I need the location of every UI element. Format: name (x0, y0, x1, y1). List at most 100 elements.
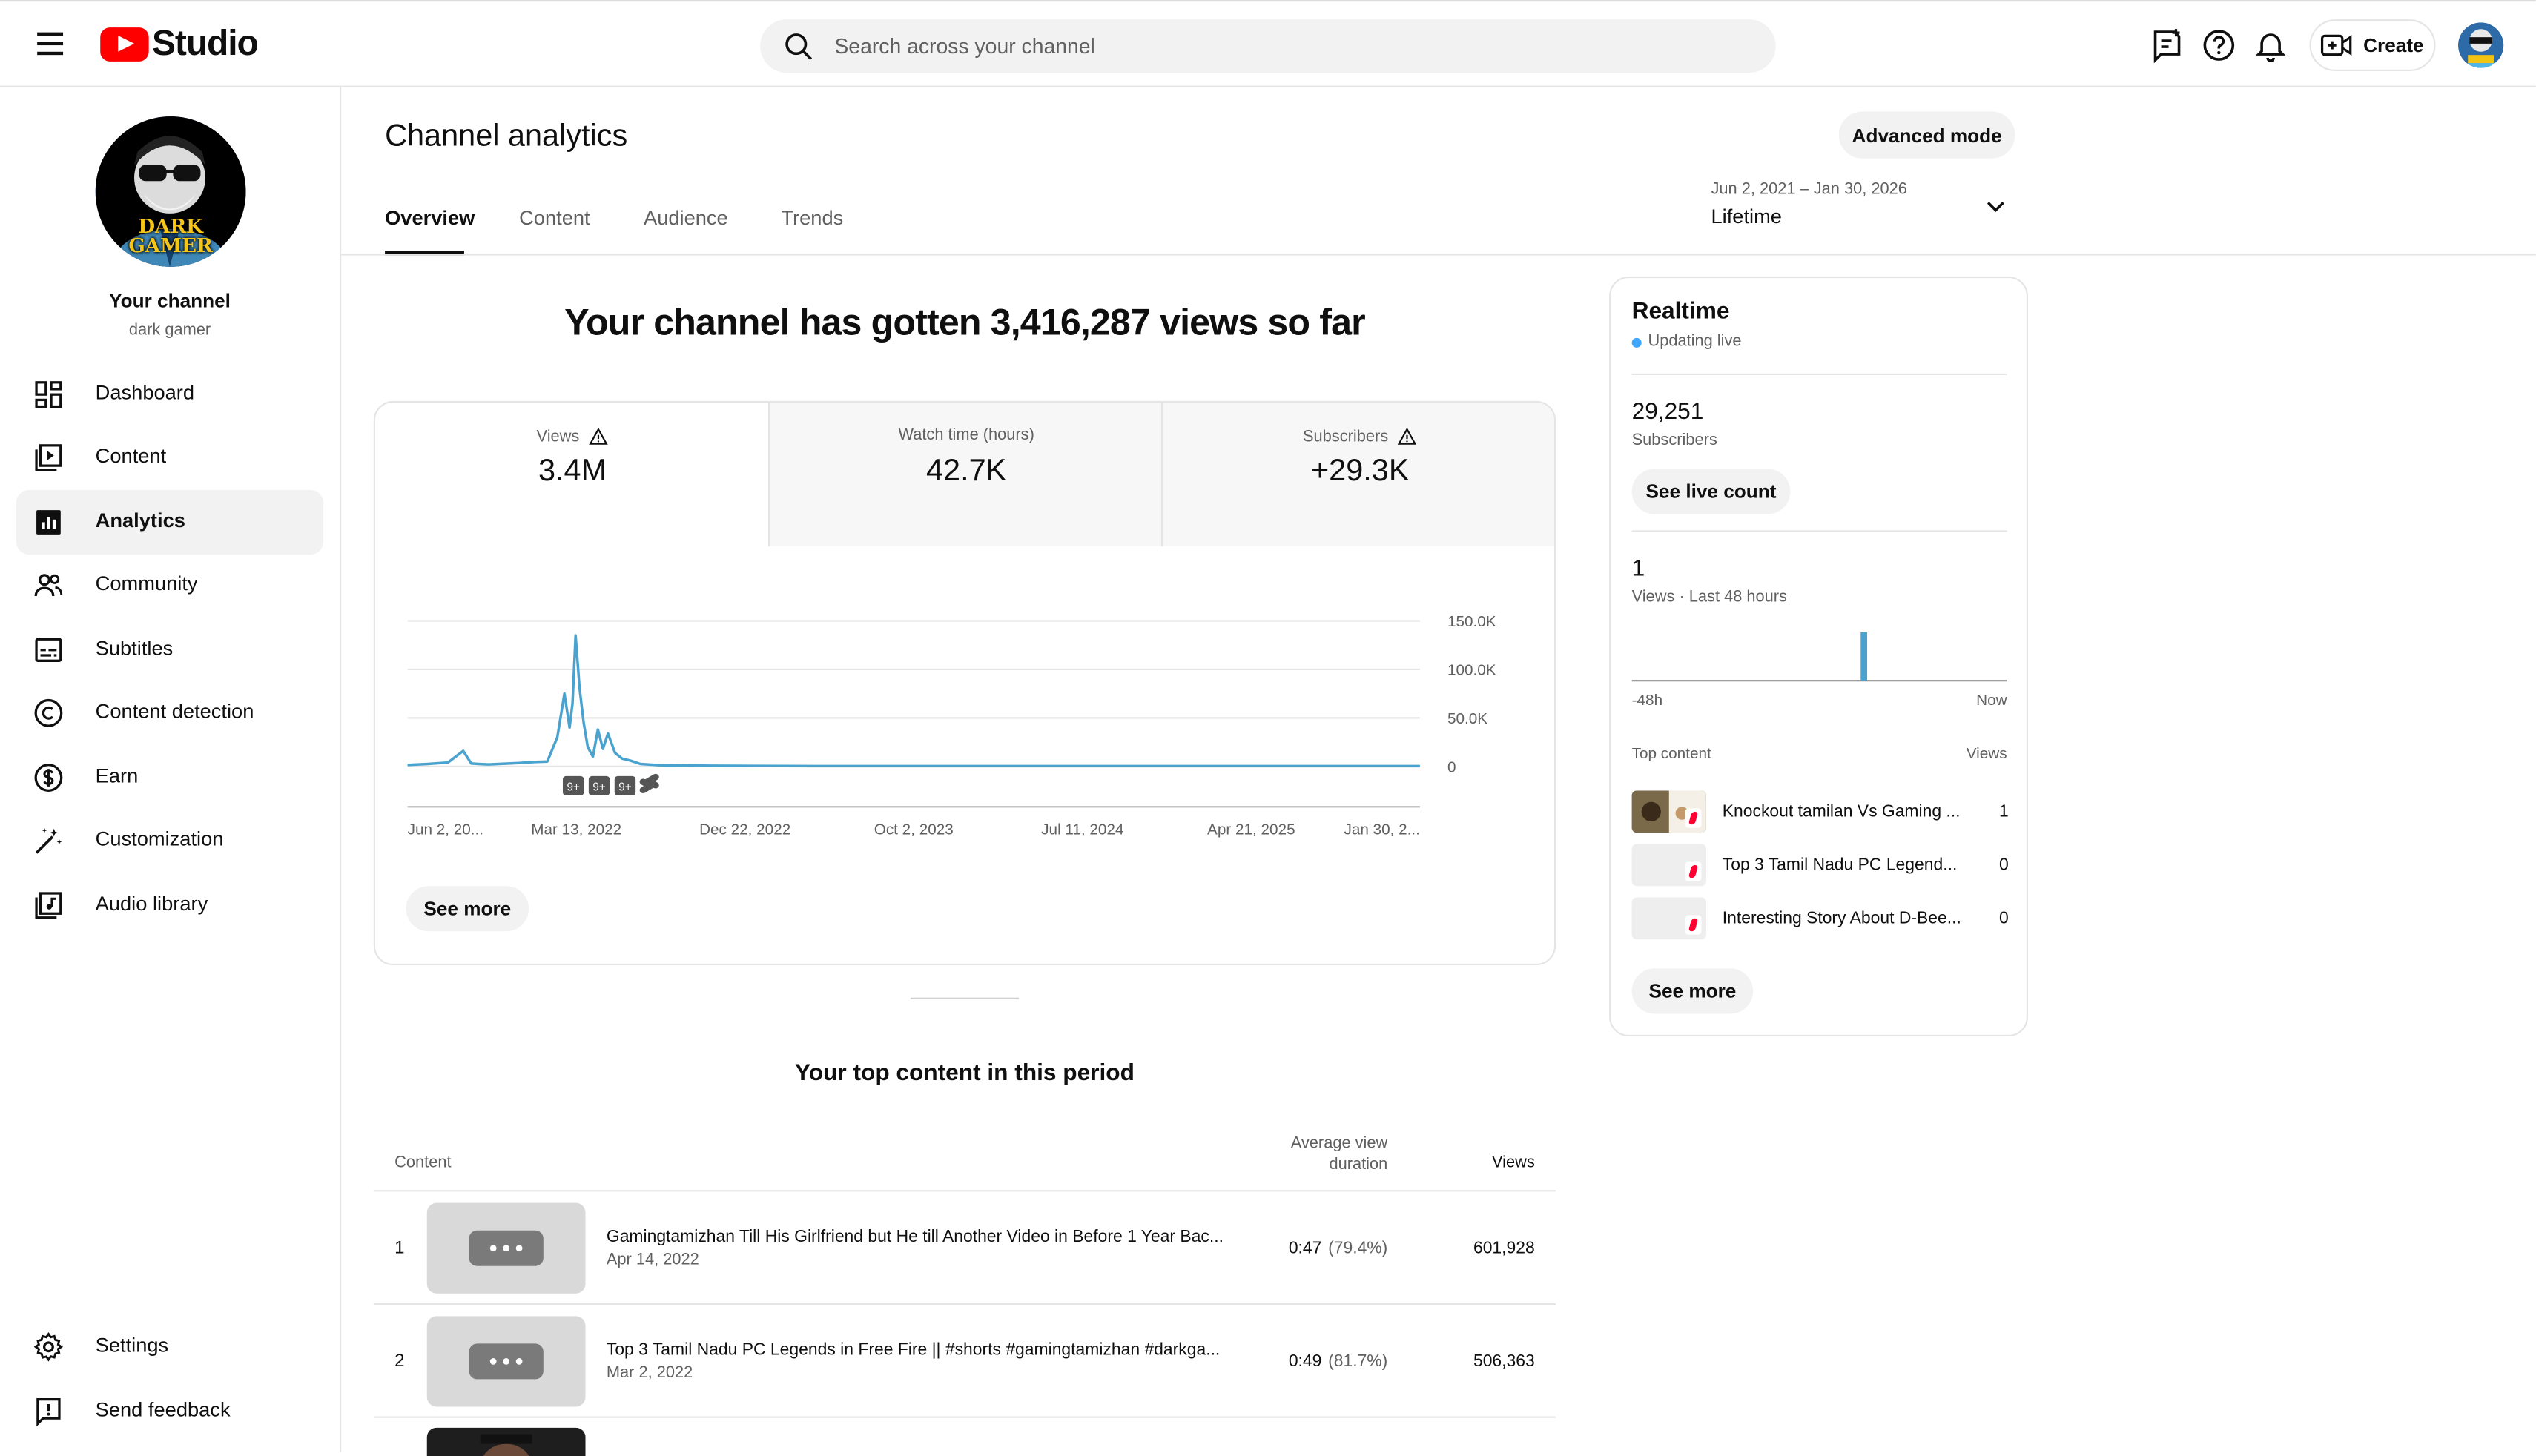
metric-label: Watch time (hours) (898, 426, 1034, 445)
realtime-views-count: 1 (1631, 556, 1645, 583)
tab-content[interactable]: Content (519, 207, 590, 230)
processing-icon (469, 1230, 544, 1266)
see-live-count-button[interactable]: See live count (1631, 469, 1791, 514)
realtime-subscribers-label: Subscribers (1631, 431, 1717, 450)
warning-icon[interactable] (1398, 427, 1418, 446)
shorts-icon (1685, 861, 1702, 881)
video-title[interactable]: Gamingtamizhan Till His Girlfriend but H… (607, 1227, 1224, 1246)
column-header-views[interactable]: Views (1423, 1154, 1535, 1172)
sidebar-item-dashboard[interactable]: Dashboard (16, 363, 323, 427)
account-avatar[interactable] (2458, 22, 2504, 68)
views-line-chart[interactable]: 0 50.0K 100.0K 150.0K Jun 2, 20... Mar 13, 20… (375, 597, 1554, 856)
avatar-illustration (2458, 22, 2504, 68)
metric-subscribers[interactable]: Subscribers +29.3K (1160, 403, 1554, 547)
realtime-see-more-button[interactable]: See more (1631, 968, 1754, 1014)
sidebar-item-community[interactable]: Community (16, 553, 323, 618)
video-thumbnail[interactable] (426, 1202, 586, 1294)
video-views: 0 (1999, 908, 2009, 928)
x-tick-label: Jul 11, 2024 (1041, 821, 1123, 838)
axis-end-label: Now (1976, 692, 2007, 710)
tab-audience[interactable]: Audience (644, 207, 728, 230)
realtime-views-chart[interactable] (1631, 624, 2007, 683)
metric-watch-time[interactable]: Watch time (hours) 42.7K (767, 403, 1163, 547)
views-headline: Your channel has gotten 3,416,287 views … (564, 300, 1366, 343)
top-content-title: Your top content in this period (794, 1060, 1135, 1087)
video-thumbnail[interactable] (1631, 790, 1706, 833)
search-icon[interactable] (783, 30, 816, 63)
notifications-bell-icon[interactable] (2253, 27, 2288, 63)
realtime-subscribers-count: 29,251 (1631, 399, 1704, 426)
realtime-views-label: Views · Last 48 hours (1631, 588, 1787, 606)
subtitles-icon (35, 638, 62, 662)
video-title[interactable]: Interesting Story About D-Bee... (1723, 909, 1969, 928)
tab-trends[interactable]: Trends (781, 207, 843, 230)
top-content-label: Top content (1631, 745, 1711, 764)
youtube-studio-logo[interactable]: Studio (100, 23, 259, 63)
content-icon (35, 444, 62, 471)
shorts-icon (1685, 915, 1702, 935)
overview-chart-card: Views 3.4M Watch time (hours) 42.7K Subs… (373, 400, 1556, 966)
date-range-text[interactable]: Jun 2, 2021 – Jan 30, 2026 (1711, 181, 1906, 199)
feature-feedback-icon[interactable] (2150, 27, 2185, 64)
channel-name[interactable]: Your channel (0, 289, 340, 312)
date-period-selector[interactable]: Lifetime (1711, 205, 1781, 228)
y-tick-label: 50.0K (1447, 710, 1487, 727)
video-views: 506,363 (1473, 1351, 1535, 1371)
thumbnail-image (426, 1427, 586, 1456)
video-views: 0 (1999, 855, 2009, 875)
sidebar-item-earn[interactable]: Earn (16, 745, 323, 810)
chart-marker-label: 9+ (567, 781, 579, 794)
x-tick-label: Mar 13, 2022 (531, 821, 621, 838)
tabs-divider (341, 254, 2536, 256)
video-title[interactable]: Knockout tamilan Vs Gaming ... (1723, 802, 1969, 821)
search-input[interactable] (834, 19, 1740, 73)
sidebar-item-audio-library[interactable]: Audio library (16, 873, 323, 938)
chevron-down-icon[interactable] (1983, 194, 2009, 220)
table-divider (373, 1416, 1556, 1418)
avg-view-duration: 0:49 (81.7%) (1288, 1351, 1388, 1371)
sidebar-item-content[interactable]: Content (16, 426, 323, 490)
video-thumbnail[interactable] (1631, 897, 1706, 940)
chart-see-more-button[interactable]: See more (406, 886, 529, 932)
shorts-marker-icon (639, 773, 659, 793)
row-index: 1 (394, 1238, 405, 1258)
sidebar-item-send-feedback[interactable]: Send feedback (16, 1379, 323, 1443)
views-series-line (407, 634, 1420, 768)
video-thumbnail[interactable] (426, 1316, 586, 1407)
channel-avatar[interactable]: DARK GAMER (95, 116, 246, 267)
sidebar-item-subtitles[interactable]: Subtitles (16, 618, 323, 682)
sidebar-item-content-detection[interactable]: Content detection (16, 681, 323, 745)
metric-label: Subscribers (1303, 427, 1389, 446)
community-icon (34, 574, 63, 597)
realtime-title: Realtime (1631, 299, 1730, 325)
video-thumbnail[interactable] (426, 1427, 586, 1456)
x-tick-label: Dec 22, 2022 (699, 821, 790, 838)
video-title[interactable]: Top 3 Tamil Nadu PC Legend... (1723, 856, 1969, 875)
metric-value: 42.7K (925, 454, 1007, 489)
column-header-avg-view-duration[interactable]: Average view duration (1245, 1134, 1388, 1176)
table-divider (373, 1190, 1556, 1192)
column-header-content: Content (394, 1154, 452, 1173)
metric-value: +29.3K (1310, 454, 1410, 489)
video-thumbnail[interactable] (1631, 844, 1706, 887)
sidebar-item-analytics[interactable]: Analytics (16, 489, 324, 555)
advanced-mode-button[interactable]: Advanced mode (1838, 111, 2015, 159)
help-icon[interactable] (2201, 27, 2236, 63)
channel-avatar-text: DARK GAMER (128, 215, 213, 257)
video-date: Mar 2, 2022 (606, 1364, 693, 1383)
views-bar[interactable] (1860, 632, 1868, 681)
warning-icon[interactable] (589, 427, 609, 446)
row-index: 2 (394, 1351, 405, 1371)
video-plus-icon (2321, 34, 2353, 56)
create-button[interactable]: Create (2309, 19, 2436, 71)
sidebar-item-customization[interactable]: Customization (16, 809, 323, 873)
processing-icon (469, 1343, 544, 1380)
metric-value: 3.4M (538, 454, 607, 489)
hamburger-menu-icon[interactable] (33, 26, 68, 62)
metric-views[interactable]: Views 3.4M (375, 403, 770, 546)
y-tick-label: 0 (1447, 758, 1456, 775)
tab-overview[interactable]: Overview (385, 207, 475, 230)
video-title[interactable]: Top 3 Tamil Nadu PC Legends in Free Fire… (607, 1340, 1220, 1360)
sidebar-item-settings[interactable]: Settings (16, 1314, 323, 1379)
realtime-card: Realtime Updating live 29,251 Subscriber… (1609, 276, 2028, 1037)
